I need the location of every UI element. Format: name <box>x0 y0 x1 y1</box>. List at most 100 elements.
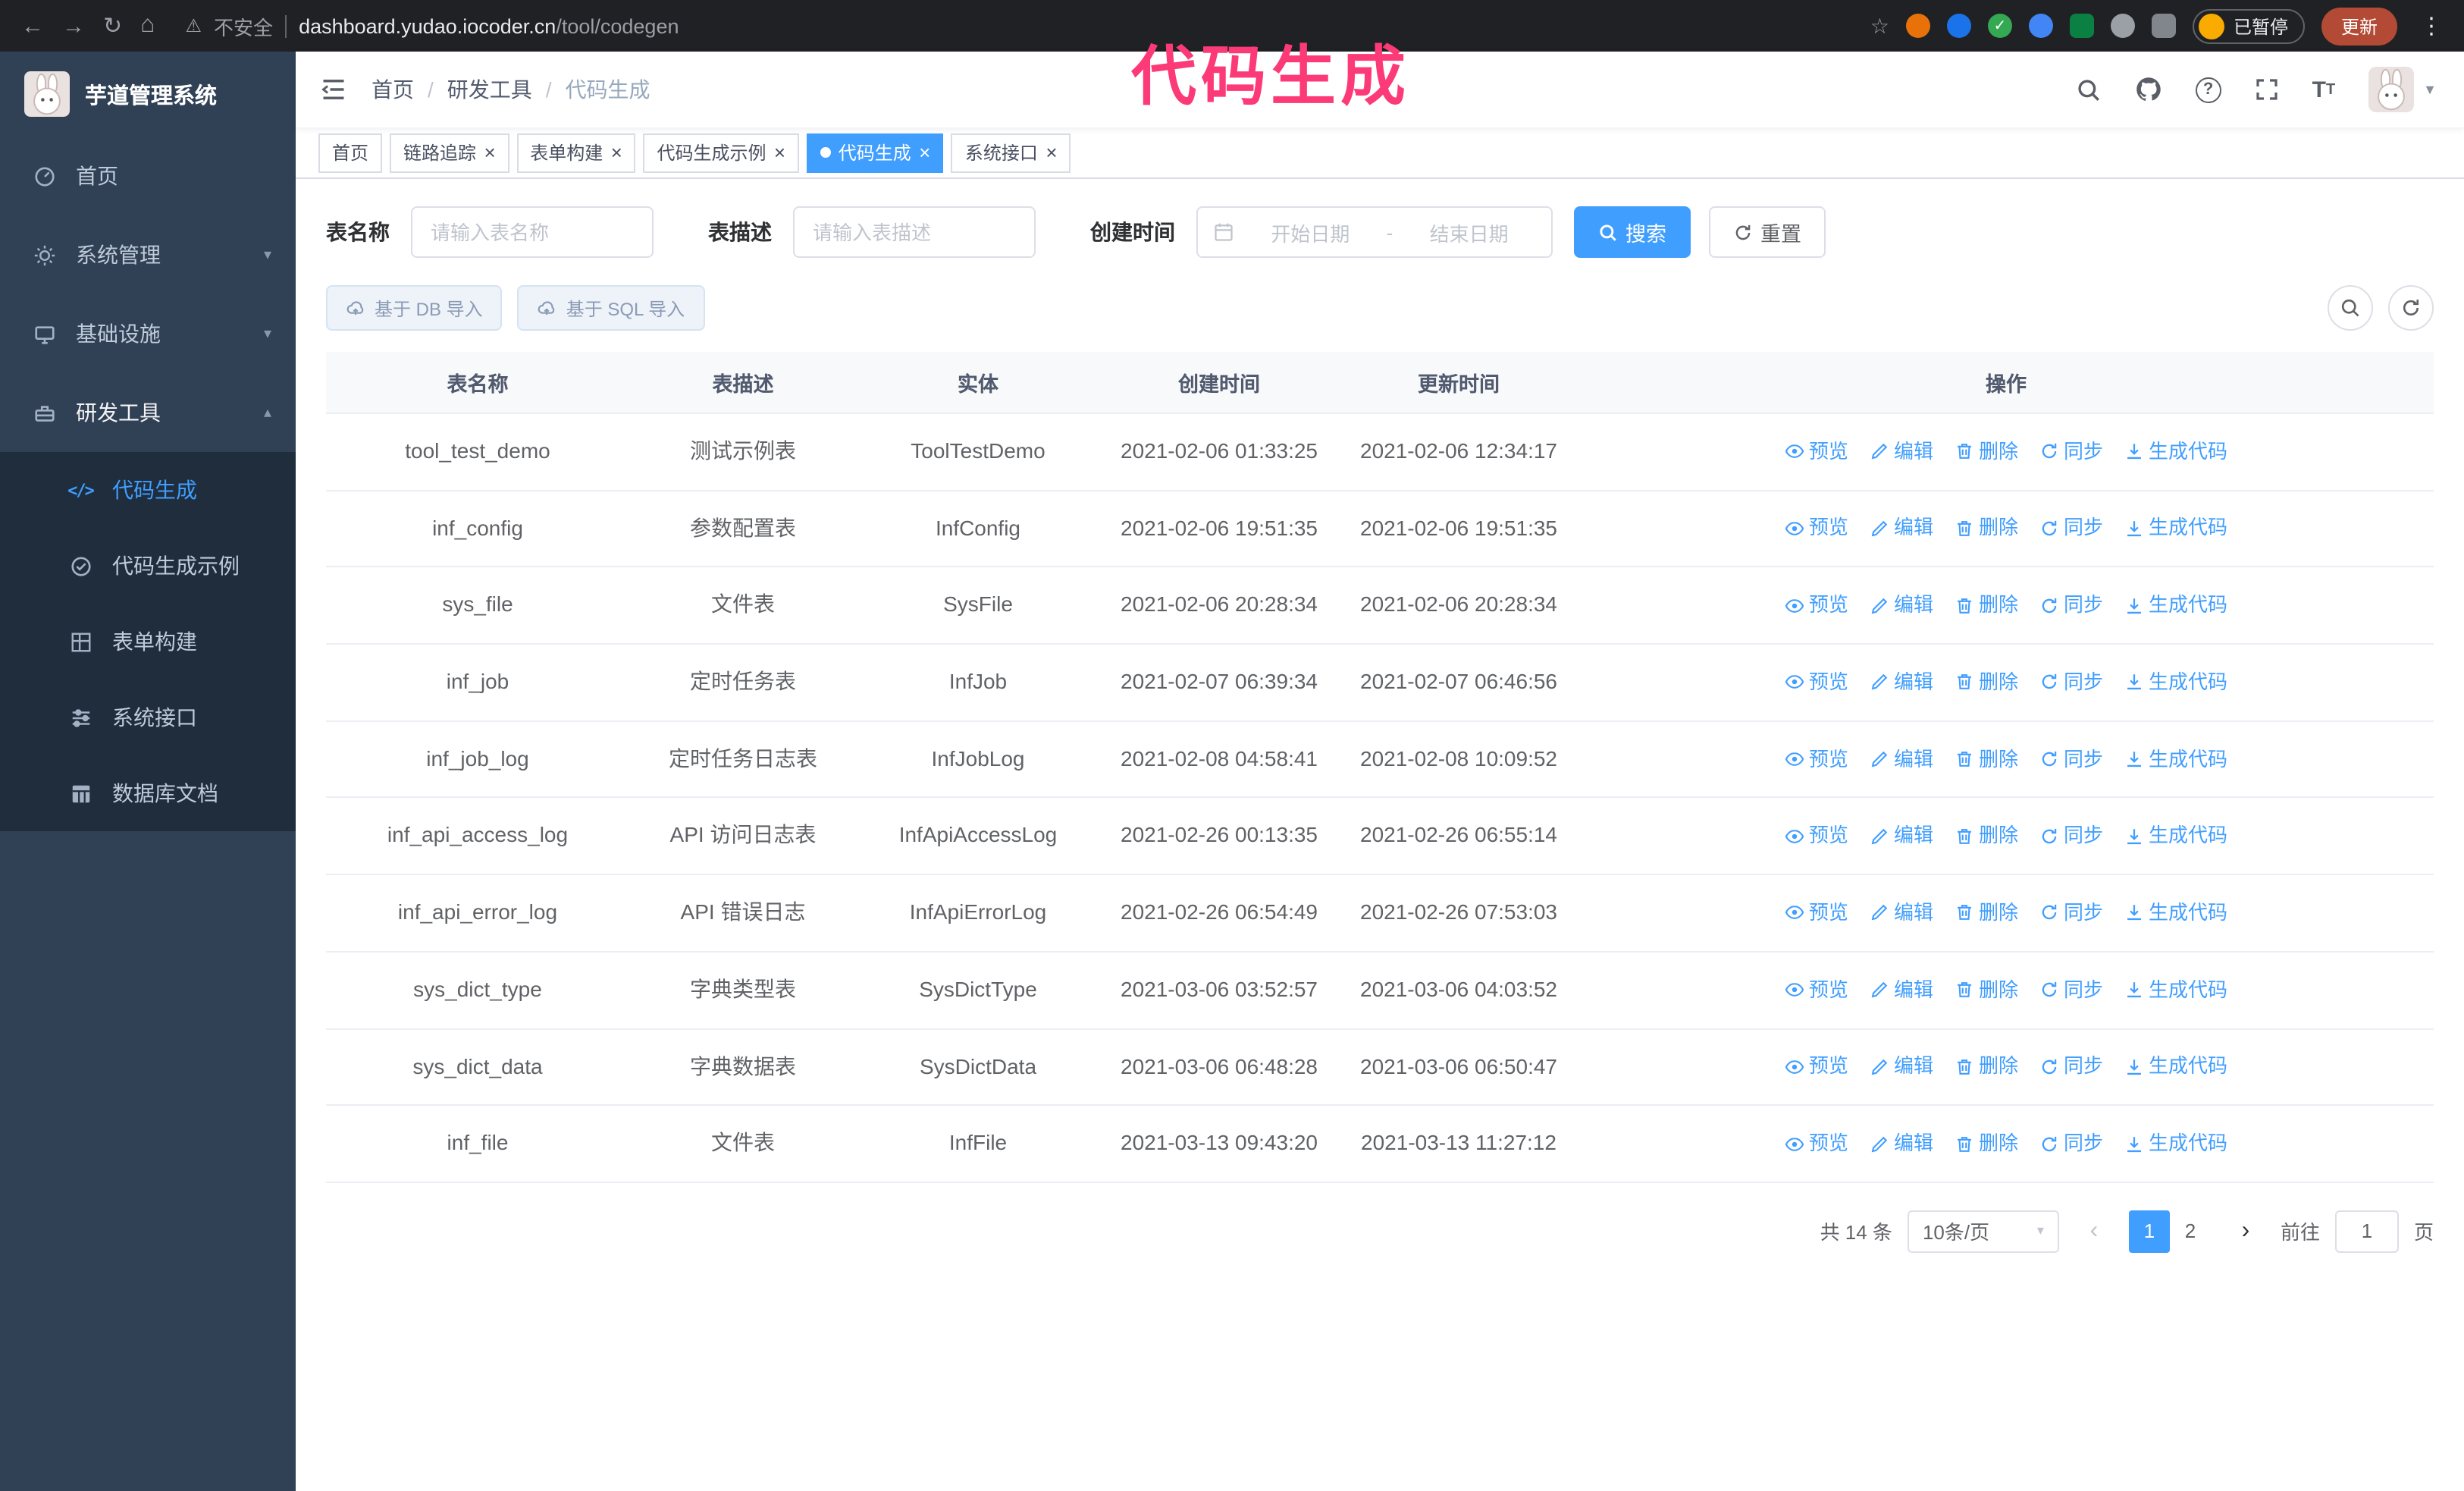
sync-link[interactable]: 同步 <box>2039 513 2103 544</box>
generate-code-link[interactable]: 生成代码 <box>2124 667 2227 698</box>
delete-link[interactable]: 删除 <box>1955 1052 2018 1082</box>
sync-link[interactable]: 同步 <box>2039 821 2103 851</box>
breadcrumb-home[interactable]: 首页 <box>371 74 414 105</box>
prev-page-button[interactable]: ‹ <box>2074 1210 2114 1253</box>
sidebar-item-system-api[interactable]: 系统接口 <box>0 680 296 755</box>
reset-button[interactable]: 重置 <box>1709 206 1826 258</box>
bookmark-star-icon[interactable]: ☆ <box>1870 13 1889 39</box>
tab-系统接口[interactable]: 系统接口 × <box>951 133 1071 172</box>
edit-link[interactable]: 编辑 <box>1870 1128 1933 1159</box>
edit-link[interactable]: 编辑 <box>1870 821 1933 851</box>
tab-表单构建[interactable]: 表单构建 × <box>516 133 636 172</box>
delete-link[interactable]: 删除 <box>1955 821 2018 851</box>
tab-链路追踪[interactable]: 链路追踪 × <box>390 133 509 172</box>
generate-code-link[interactable]: 生成代码 <box>2124 898 2227 928</box>
generate-code-link[interactable]: 生成代码 <box>2124 1128 2227 1159</box>
delete-link[interactable]: 删除 <box>1955 975 2018 1005</box>
edit-link[interactable]: 编辑 <box>1870 437 1933 467</box>
preview-link[interactable]: 预览 <box>1785 898 1848 928</box>
extension-icon-5[interactable] <box>2069 14 2094 38</box>
import-sql-button[interactable]: 基于 SQL 导入 <box>517 285 705 331</box>
github-icon[interactable] <box>2135 76 2162 103</box>
sync-link[interactable]: 同步 <box>2039 667 2103 698</box>
edit-link[interactable]: 编辑 <box>1870 975 1933 1005</box>
delete-link[interactable]: 删除 <box>1955 1128 2018 1159</box>
sync-link[interactable]: 同步 <box>2039 744 2103 774</box>
generate-code-link[interactable]: 生成代码 <box>2124 821 2227 851</box>
sidebar-item-codegen[interactable]: </> 代码生成 <box>0 452 296 528</box>
preview-link[interactable]: 预览 <box>1785 437 1848 467</box>
extension-icon-3[interactable]: ✓ <box>1987 14 2012 38</box>
browser-update-button[interactable]: 更新 <box>2321 7 2397 45</box>
sync-link[interactable]: 同步 <box>2039 1052 2103 1082</box>
delete-link[interactable]: 删除 <box>1955 513 2018 544</box>
generate-code-link[interactable]: 生成代码 <box>2124 975 2227 1005</box>
table-desc-input[interactable] <box>793 206 1036 258</box>
delete-link[interactable]: 删除 <box>1955 437 2018 467</box>
sync-link[interactable]: 同步 <box>2039 898 2103 928</box>
hamburger-icon[interactable] <box>296 76 371 103</box>
preview-link[interactable]: 预览 <box>1785 975 1848 1005</box>
preview-link[interactable]: 预览 <box>1785 1052 1848 1082</box>
preview-link[interactable]: 预览 <box>1785 744 1848 774</box>
extensions-puzzle-icon[interactable] <box>2151 14 2176 38</box>
back-icon[interactable]: ← <box>21 14 44 37</box>
home-icon[interactable]: ⌂ <box>140 13 155 38</box>
sidebar-item-system-management[interactable]: 系统管理 ▾ <box>0 215 296 294</box>
close-tab-icon[interactable]: × <box>484 143 495 162</box>
delete-link[interactable]: 删除 <box>1955 898 2018 928</box>
next-page-button[interactable]: › <box>2226 1210 2265 1253</box>
preview-link[interactable]: 预览 <box>1785 513 1848 544</box>
edit-link[interactable]: 编辑 <box>1870 1052 1933 1082</box>
table-name-input[interactable] <box>411 206 654 258</box>
import-db-button[interactable]: 基于 DB 导入 <box>326 285 503 331</box>
generate-code-link[interactable]: 生成代码 <box>2124 744 2227 774</box>
sidebar-item-home[interactable]: 首页 <box>0 137 296 215</box>
refresh-table-button[interactable] <box>2388 285 2434 331</box>
edit-link[interactable]: 编辑 <box>1870 513 1933 544</box>
fullscreen-icon[interactable] <box>2255 77 2279 102</box>
toggle-search-button[interactable] <box>2328 285 2373 331</box>
breadcrumb-dev-tools[interactable]: 研发工具 <box>447 74 532 105</box>
profile-paused-badge[interactable]: 已暂停 <box>2192 8 2305 43</box>
sidebar-item-infrastructure[interactable]: 基础设施 ▾ <box>0 294 296 373</box>
preview-link[interactable]: 预览 <box>1785 590 1848 620</box>
page-button-1[interactable]: 1 <box>2128 1210 2170 1253</box>
page-size-select[interactable]: 10条/页 ▾ <box>1907 1210 2059 1253</box>
edit-link[interactable]: 编辑 <box>1870 667 1933 698</box>
extension-icon-2[interactable] <box>1946 14 1971 38</box>
generate-code-link[interactable]: 生成代码 <box>2124 437 2227 467</box>
extension-icon-6[interactable] <box>2110 14 2135 38</box>
delete-link[interactable]: 删除 <box>1955 667 2018 698</box>
tab-代码生成示例[interactable]: 代码生成示例 × <box>643 133 799 172</box>
search-icon[interactable] <box>2076 77 2102 102</box>
sidebar-item-codegen-example[interactable]: 代码生成示例 <box>0 528 296 604</box>
preview-link[interactable]: 预览 <box>1785 1128 1848 1159</box>
extension-icon-4[interactable] <box>2028 14 2053 38</box>
sidebar-item-db-docs[interactable]: 数据库文档 <box>0 755 296 831</box>
date-range-picker[interactable]: 开始日期 - 结束日期 <box>1196 206 1553 258</box>
close-tab-icon[interactable]: × <box>919 143 930 162</box>
sidebar-item-form-builder[interactable]: 表单构建 <box>0 604 296 680</box>
forward-icon[interactable]: → <box>62 14 85 37</box>
preview-link[interactable]: 预览 <box>1785 667 1848 698</box>
generate-code-link[interactable]: 生成代码 <box>2124 513 2227 544</box>
preview-link[interactable]: 预览 <box>1785 821 1848 851</box>
address-bar[interactable]: ⚠ 不安全 dashboard.yudao.iocoder.cn/tool/co… <box>177 11 1870 40</box>
sync-link[interactable]: 同步 <box>2039 975 2103 1005</box>
user-menu[interactable]: ▼ <box>2368 67 2437 112</box>
sync-link[interactable]: 同步 <box>2039 437 2103 467</box>
tab-代码生成[interactable]: 代码生成 × <box>806 133 944 172</box>
generate-code-link[interactable]: 生成代码 <box>2124 590 2227 620</box>
close-tab-icon[interactable]: × <box>1045 143 1057 162</box>
extension-icon-1[interactable] <box>1905 14 1930 38</box>
delete-link[interactable]: 删除 <box>1955 590 2018 620</box>
sidebar-item-dev-tools[interactable]: 研发工具 ▴ <box>0 373 296 452</box>
help-icon[interactable]: ? <box>2195 77 2221 102</box>
browser-menu-icon[interactable]: ⋮ <box>2414 12 2449 39</box>
font-size-icon[interactable]: TT <box>2312 77 2336 102</box>
close-tab-icon[interactable]: × <box>610 143 622 162</box>
edit-link[interactable]: 编辑 <box>1870 744 1933 774</box>
refresh-icon[interactable]: ↻ <box>103 14 122 37</box>
generate-code-link[interactable]: 生成代码 <box>2124 1052 2227 1082</box>
